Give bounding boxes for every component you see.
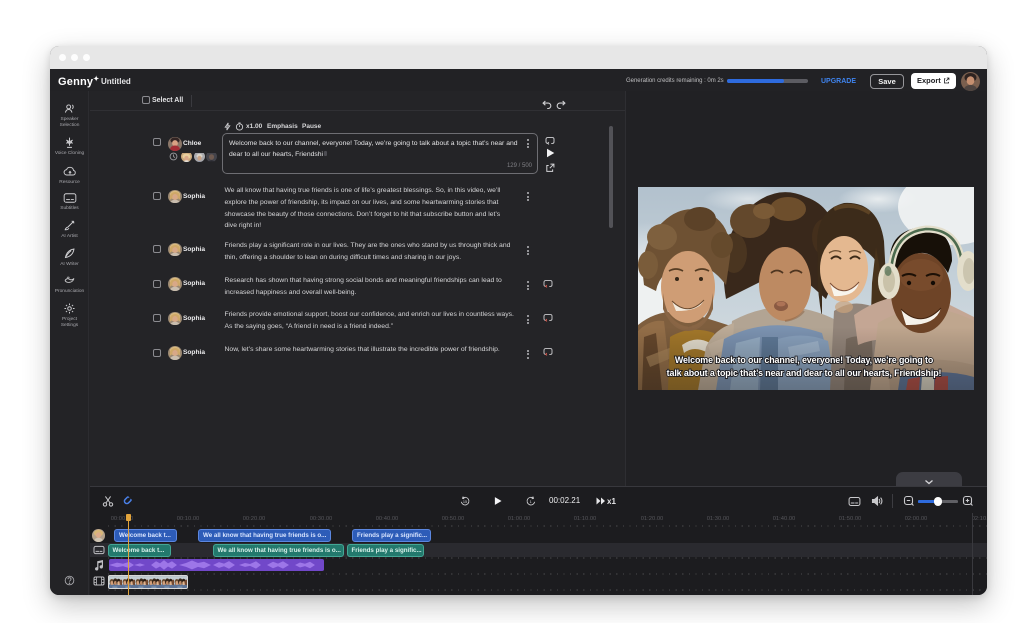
svg-text:1: 1 bbox=[530, 500, 532, 504]
svg-text:15: 15 bbox=[463, 500, 467, 504]
svg-text:Welcome back to our channel, e: Welcome back to our channel, everyone! T… bbox=[675, 355, 934, 365]
svg-text:talk about a topic that’s near: talk about a topic that’s near and dear … bbox=[667, 368, 942, 378]
